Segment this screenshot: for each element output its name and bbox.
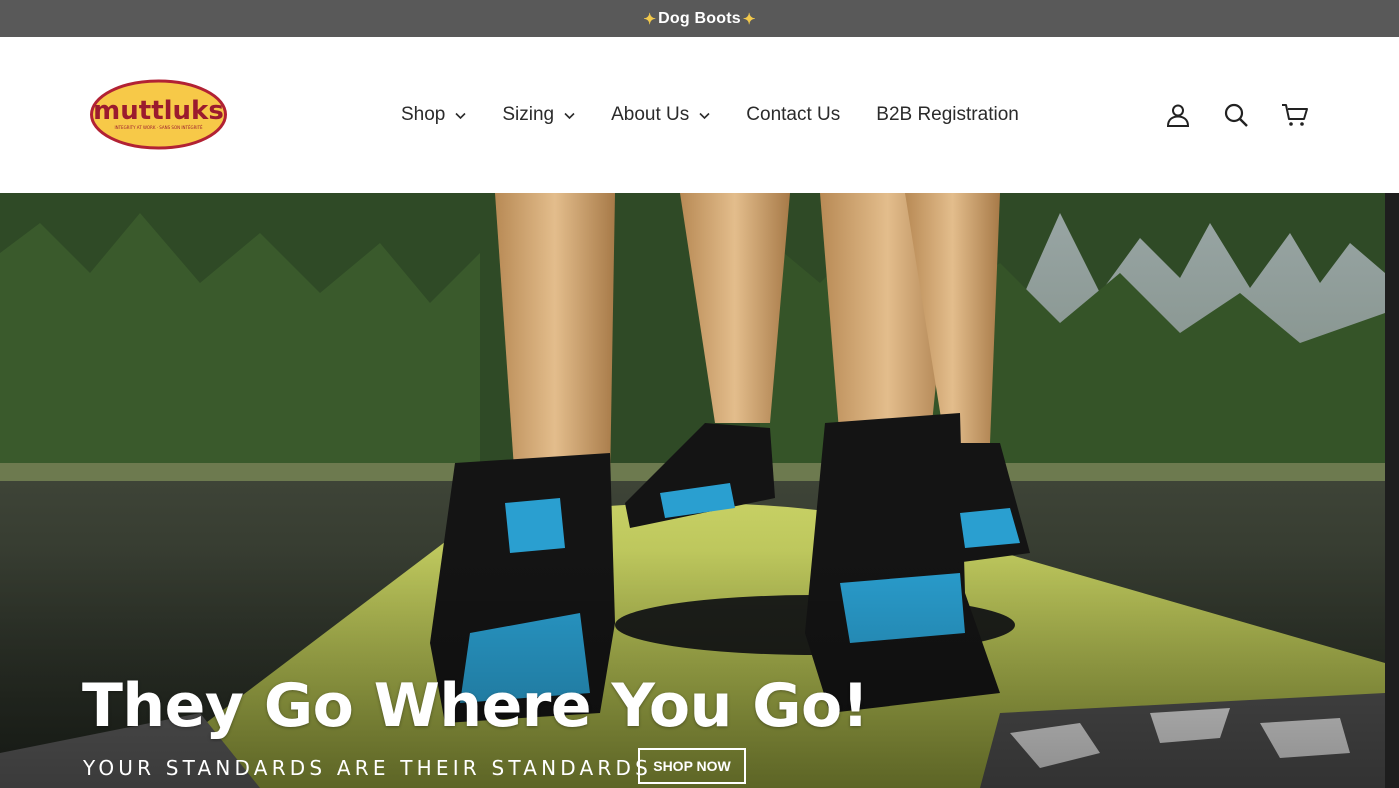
logo-wordmark: muttluks xyxy=(93,96,224,126)
confetti-icon: ✦ xyxy=(643,10,657,28)
chevron-down-icon xyxy=(699,112,710,119)
site-logo[interactable]: muttluks INTEGRITY AT WORK · SANS SON IN… xyxy=(89,79,228,150)
confetti-icon: ✦ xyxy=(742,10,756,28)
nav-contact-us[interactable]: Contact Us xyxy=(728,104,858,126)
chevron-down-icon xyxy=(455,112,466,119)
shop-now-button[interactable]: SHOP NOW xyxy=(638,748,746,784)
main-nav: Shop Sizing About Us Contact Us B2B Regi… xyxy=(383,37,1037,193)
nav-label: Contact Us xyxy=(746,104,841,125)
nav-label: Sizing xyxy=(502,104,555,125)
nav-shop[interactable]: Shop xyxy=(383,104,484,126)
hero-subtitle: YOUR STANDARDS ARE THEIR STANDARDS xyxy=(83,756,652,780)
scrollbar[interactable] xyxy=(1385,193,1399,788)
nav-sizing[interactable]: Sizing xyxy=(484,104,593,126)
nav-label: B2B Registration xyxy=(876,104,1019,125)
nav-label: Shop xyxy=(401,104,446,125)
search-icon[interactable] xyxy=(1223,102,1249,128)
announcement-text: Dog Boots xyxy=(658,9,741,27)
chevron-down-icon xyxy=(564,112,575,119)
nav-b2b-registration[interactable]: B2B Registration xyxy=(858,104,1037,126)
nav-label: About Us xyxy=(611,104,690,125)
header-icons xyxy=(1165,37,1309,193)
site-header: muttluks INTEGRITY AT WORK · SANS SON IN… xyxy=(0,37,1399,193)
announcement-bar[interactable]: ✦ Dog Boots ✦ xyxy=(0,0,1399,37)
cart-icon[interactable] xyxy=(1281,102,1309,128)
nav-about-us[interactable]: About Us xyxy=(593,104,728,126)
logo-tagline: INTEGRITY AT WORK · SANS SON INTÉGRITÉ xyxy=(114,125,203,130)
account-icon[interactable] xyxy=(1165,102,1191,128)
hero-title: They Go Where You Go! xyxy=(82,671,869,741)
hero-banner[interactable]: They Go Where You Go! YOUR STANDARDS ARE… xyxy=(0,193,1385,788)
